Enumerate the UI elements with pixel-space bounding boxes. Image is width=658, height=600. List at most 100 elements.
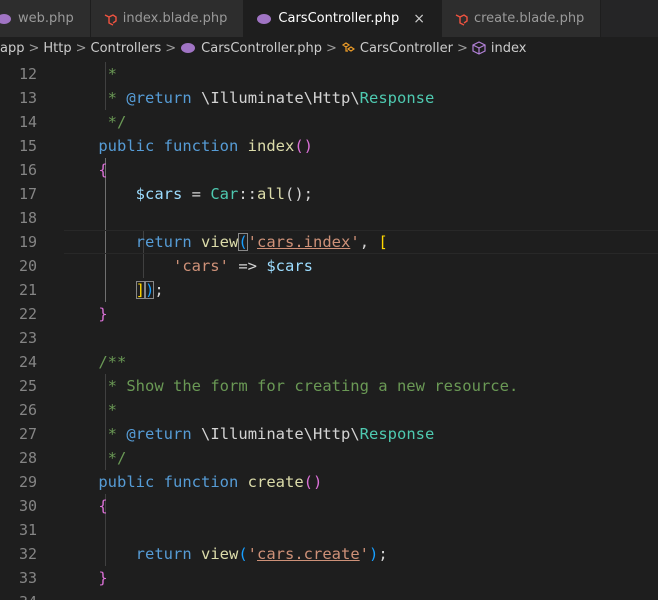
token-keyword: public	[98, 473, 155, 491]
code-line: 20 'cars' => $cars	[0, 254, 658, 278]
tab-label: web.php	[18, 11, 74, 26]
token-comment: /**	[98, 353, 127, 371]
editor-tab-bar: web.php index.blade.php CarsController.p…	[0, 0, 658, 37]
line-number: 26	[18, 401, 37, 419]
line-number: 21	[18, 281, 37, 299]
token-string-quote: '	[359, 545, 370, 563]
code-line: 25 * Show the form for creating a new re…	[0, 374, 658, 398]
token-function-name: all	[257, 185, 285, 203]
breadcrumb-separator: >	[75, 40, 87, 56]
code-line: 22 }	[0, 302, 658, 326]
code-line: 30 {	[0, 494, 658, 518]
line-number: 32	[18, 545, 37, 563]
tab-carscontroller[interactable]: CarsController.php ×	[244, 0, 442, 37]
code-line: 32 return view('cars.create');	[0, 542, 658, 566]
token-comment: */	[107, 449, 127, 467]
code-text: public function create()	[61, 470, 322, 494]
line-number: 28	[18, 449, 37, 467]
token-string-quote: '	[247, 545, 258, 563]
token-operator: =>	[228, 257, 267, 275]
code-editor[interactable]: 12 * 13 * @return \Illuminate\Http\Respo…	[0, 62, 658, 600]
token-brace: {	[98, 161, 108, 179]
code-text: *	[61, 62, 117, 86]
php-elephant-icon	[181, 43, 196, 53]
code-text: */	[61, 446, 127, 470]
breadcrumb-http[interactable]: Http	[43, 41, 71, 56]
breadcrumb-app[interactable]: app	[0, 41, 24, 56]
token-function-name: view	[201, 545, 239, 563]
token-punct: ();	[285, 185, 313, 203]
code-text: public function index()	[61, 134, 313, 158]
breadcrumb-class[interactable]: CarsController	[341, 41, 453, 56]
close-icon[interactable]: ×	[413, 11, 425, 27]
code-line: 17 $cars = Car::all();	[0, 182, 658, 206]
code-line: 14 */	[0, 110, 658, 134]
code-text: * Show the form for creating a new resou…	[61, 374, 519, 398]
line-number: 20	[18, 257, 37, 275]
token-brace: }	[98, 305, 108, 323]
tab-web-php[interactable]: web.php	[0, 0, 91, 37]
token-keyword: public	[98, 137, 155, 155]
breadcrumb-separator: >	[325, 40, 337, 56]
token-paren-matched: (	[238, 233, 248, 251]
token-operator: =	[182, 185, 211, 203]
token-comment: *	[107, 377, 118, 395]
token-namespace: \Illuminate\Http\	[201, 89, 360, 107]
tab-label: index.blade.php	[122, 11, 228, 26]
php-elephant-icon	[257, 13, 272, 24]
token-namespace: \Illuminate\Http\	[201, 425, 360, 443]
code-line: 13 * @return \Illuminate\Http\Response	[0, 86, 658, 110]
token-comment: *	[107, 89, 118, 107]
token-comment: *	[107, 425, 118, 443]
code-text: 'cars' => $cars	[61, 254, 313, 278]
code-text: return view('cars.create');	[61, 542, 388, 566]
token-variable: $cars	[135, 185, 183, 203]
token-comment: *	[107, 401, 118, 419]
line-number: 15	[18, 137, 37, 155]
token-function-name: index	[247, 137, 295, 155]
breadcrumb-file[interactable]: CarsController.php	[180, 41, 322, 56]
line-number: 27	[18, 425, 37, 443]
class-symbol-icon	[341, 42, 355, 52]
token-variable: $cars	[266, 257, 313, 275]
line-number: 14	[18, 113, 37, 131]
code-text: /**	[61, 350, 126, 374]
line-number: 12	[18, 65, 37, 83]
token-punct: ,	[359, 233, 379, 251]
code-line: 15 public function index()	[0, 134, 658, 158]
code-line: 34	[0, 590, 658, 600]
tab-index-blade[interactable]: index.blade.php	[90, 0, 245, 37]
breadcrumb-method[interactable]: index	[472, 41, 526, 56]
tab-create-blade[interactable]: create.blade.php	[441, 0, 602, 37]
code-text: * @return \Illuminate\Http\Response	[61, 86, 435, 110]
line-number: 23	[18, 329, 37, 347]
token-keyword: function	[163, 137, 239, 155]
token-string: cars.index	[257, 233, 351, 251]
code-text: ]);	[61, 278, 164, 302]
line-number: 33	[18, 569, 37, 587]
token-comment: *	[107, 65, 118, 83]
line-number: 31	[18, 521, 37, 539]
breadcrumb-separator: >	[456, 40, 468, 56]
tab-label: CarsController.php	[278, 11, 400, 26]
token-function-name: create	[247, 473, 304, 491]
line-number: 30	[18, 497, 37, 515]
token-paren-matched: )	[145, 281, 155, 299]
code-text: */	[61, 110, 127, 134]
code-line: 27 * @return \Illuminate\Http\Response	[0, 422, 658, 446]
code-text: *	[61, 398, 117, 422]
code-text: }	[61, 302, 108, 326]
line-number: 24	[18, 353, 37, 371]
token-brace: }	[98, 569, 108, 587]
code-text: return view('cars.index', [	[61, 230, 388, 254]
laravel-icon	[104, 13, 117, 26]
line-number: 18	[18, 209, 37, 227]
token-string-quote: '	[247, 233, 258, 251]
token-paren: ()	[303, 473, 323, 491]
line-number: 17	[18, 185, 37, 203]
breadcrumb-controllers[interactable]: Controllers	[91, 41, 162, 56]
token-keyword: return	[135, 545, 192, 563]
code-text: {	[61, 158, 108, 182]
token-punct: ;	[378, 545, 388, 563]
code-line: 28 */	[0, 446, 658, 470]
